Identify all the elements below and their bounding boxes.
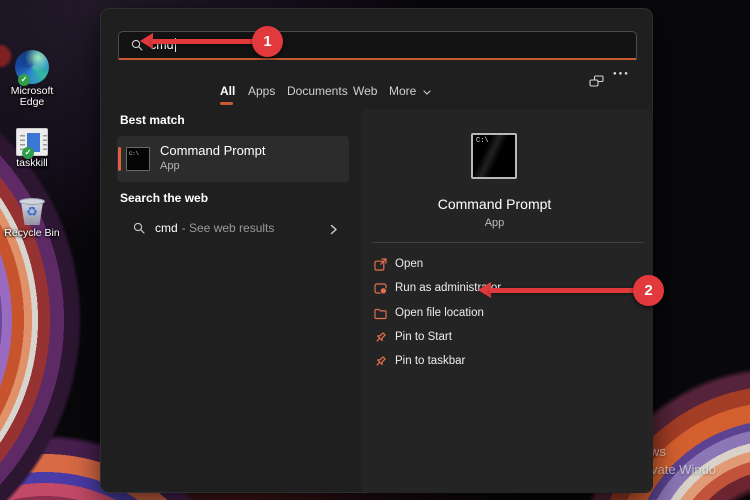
action-label: Open file location	[395, 307, 484, 319]
desktop-icon-label: Recycle Bin	[4, 227, 60, 239]
desktop-icon-microsoft-edge[interactable]: ✓ Microsoft Edge	[4, 50, 60, 107]
chevron-down-icon	[423, 90, 431, 95]
desktop-icon-recycle-bin[interactable]: ♻ Recycle Bin	[4, 196, 60, 239]
annotation-step-badge-1: 1	[252, 26, 283, 57]
shortcut-check-badge-icon: ✓	[22, 147, 34, 159]
annotation-arrow-shaft-1	[151, 39, 255, 44]
tab-more[interactable]: More	[389, 84, 431, 98]
edge-logo-icon: ✓	[15, 50, 49, 86]
desktop-icon-label: Microsoft Edge	[10, 85, 54, 108]
annotation-arrow-shaft-2	[489, 288, 636, 293]
open-external-icon	[374, 257, 387, 271]
desktop-screen: ws vate Windo ✓ Microsoft Edge ✓ taskkil…	[0, 0, 750, 500]
search-input[interactable]: cmd	[118, 31, 637, 60]
shortcut-check-badge-icon: ✓	[18, 74, 30, 86]
result-preview-pane: C:\ Command Prompt App Open Run as admin…	[361, 109, 653, 493]
preview-title: Command Prompt	[437, 196, 552, 212]
action-label: Open	[395, 258, 424, 270]
action-open-file-location[interactable]: Open file location	[361, 302, 641, 324]
tab-documents[interactable]: Documents	[287, 84, 348, 98]
best-match-section-label: Best match	[120, 113, 185, 127]
web-result-suffix: - See web results	[181, 221, 275, 235]
action-pin-to-start[interactable]: Pin to Start	[361, 326, 641, 348]
search-icon	[133, 222, 145, 234]
pin-icon	[374, 355, 387, 368]
divider	[372, 242, 644, 243]
recycle-symbol-icon: ♻	[26, 204, 38, 219]
command-prompt-icon: C:\	[126, 147, 150, 171]
tab-all[interactable]: All	[220, 84, 235, 98]
desktop-icon-taskkill[interactable]: ✓ taskkill	[4, 128, 60, 169]
result-subtitle: App	[160, 160, 180, 172]
taskkill-file-icon: ✓	[16, 128, 48, 159]
desktop-icon-label: taskkill	[16, 157, 48, 169]
pin-icon	[374, 331, 387, 344]
activate-windows-watermark-line2: vate Windo	[651, 462, 717, 477]
account-link-icon[interactable]	[589, 75, 604, 93]
tab-apps[interactable]: Apps	[248, 84, 275, 98]
tab-web[interactable]: Web	[353, 84, 377, 98]
recycle-bin-icon: ♻	[19, 196, 45, 226]
web-query-text: cmd	[155, 221, 178, 235]
selected-tab-underline	[220, 102, 233, 105]
windows-search-flyout: cmd All Apps Documents Web More ●●● Best…	[100, 8, 653, 493]
preview-subtitle: App	[484, 217, 505, 229]
command-prompt-icon-large: C:\	[471, 133, 517, 179]
chevron-right-icon	[330, 222, 337, 240]
annotation-step-badge-2: 2	[633, 275, 664, 306]
web-result-row[interactable]: cmd - See web results	[117, 213, 349, 243]
selection-accent-bar	[118, 147, 121, 171]
result-title: Command Prompt	[160, 143, 266, 158]
action-label: Pin to taskbar	[395, 355, 466, 367]
admin-shield-icon	[374, 282, 387, 295]
action-label: Pin to Start	[395, 331, 452, 343]
best-match-result-command-prompt[interactable]: C:\ Command Prompt App	[117, 136, 349, 182]
action-pin-to-taskbar[interactable]: Pin to taskbar	[361, 350, 641, 372]
folder-icon	[374, 307, 387, 320]
search-web-section-label: Search the web	[120, 191, 209, 205]
action-open[interactable]: Open	[361, 253, 641, 275]
more-options-ellipsis-icon[interactable]: ●●●	[613, 71, 630, 77]
